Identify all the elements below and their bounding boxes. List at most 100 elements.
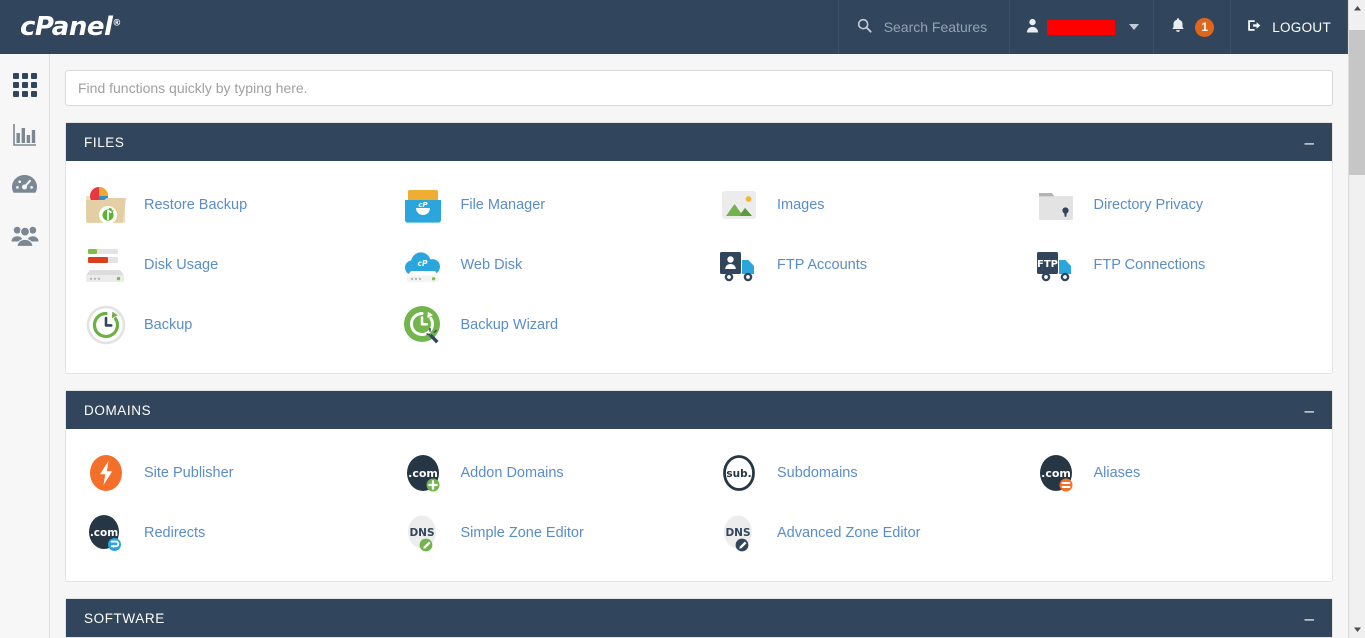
svg-text:cP: cP: [418, 201, 428, 209]
disk-usage-icon: [82, 243, 130, 287]
sidebar-item-statistics[interactable]: [0, 112, 49, 162]
tile-label: Web Disk: [460, 257, 523, 273]
section-body-files: Restore Backup cP File Manager Images Di…: [66, 161, 1332, 373]
tile-file-manager[interactable]: cP File Manager: [383, 175, 700, 235]
top-navigation: Search Features 1 LOGOUT: [837, 0, 1348, 54]
tile-label: Simple Zone Editor: [460, 525, 584, 541]
restore-backup-icon: [82, 183, 130, 227]
svg-text:.com: .com: [408, 467, 438, 480]
users-icon: [11, 223, 39, 252]
main-content: FILES –: [50, 54, 1348, 638]
aliases-icon: .com: [1032, 451, 1080, 495]
svg-text:.com: .com: [90, 527, 118, 539]
directory-privacy-icon: [1032, 183, 1080, 227]
advanced-zone-editor-icon: DNS: [715, 511, 763, 555]
quick-find-input[interactable]: [65, 70, 1333, 106]
section-title: FILES: [84, 134, 125, 150]
user-icon: [1026, 18, 1039, 36]
gauge-icon: [11, 173, 38, 202]
svg-text:.com: .com: [1041, 467, 1071, 480]
brand-name: cPanel: [20, 12, 113, 42]
search-features-label: Search Features: [883, 19, 988, 35]
svg-text:DNS: DNS: [725, 527, 750, 539]
tile-label: Disk Usage: [144, 257, 219, 273]
svg-text:cP: cP: [417, 259, 427, 268]
web-disk-icon: cP: [399, 243, 447, 287]
page-scrollbar[interactable]: [1348, 0, 1365, 638]
left-sidebar: [0, 54, 50, 638]
images-icon: [715, 183, 763, 227]
section-header-files[interactable]: FILES –: [66, 123, 1332, 161]
tile-addon-domains[interactable]: .com Addon Domains: [383, 443, 700, 503]
tile-label: Subdomains: [777, 465, 858, 481]
tile-label: Restore Backup: [144, 197, 248, 213]
file-manager-icon: cP: [399, 183, 447, 227]
tile-label: Site Publisher: [144, 465, 234, 481]
backup-icon: [82, 303, 130, 347]
search-features-button[interactable]: Search Features: [837, 0, 1010, 54]
tile-subdomains[interactable]: sub. Subdomains: [699, 443, 1016, 503]
backup-wizard-icon: [399, 303, 447, 347]
tile-label: Redirects: [144, 525, 206, 541]
section-title: DOMAINS: [84, 402, 152, 418]
logout-button[interactable]: LOGOUT: [1230, 0, 1348, 54]
site-publisher-icon: [82, 451, 130, 495]
collapse-icon[interactable]: –: [1305, 402, 1314, 419]
tile-label: Directory Privacy: [1093, 197, 1204, 213]
sidebar-item-home[interactable]: [0, 62, 49, 112]
tile-disk-usage[interactable]: Disk Usage: [66, 235, 383, 295]
section-domains: DOMAINS – Site Publisher .com Addon Doma…: [65, 390, 1333, 582]
tile-label: Addon Domains: [460, 465, 564, 481]
chevron-down-icon: [1129, 24, 1140, 30]
tile-directory-privacy[interactable]: Directory Privacy: [1016, 175, 1333, 235]
sidebar-item-user-manager[interactable]: [0, 212, 49, 262]
tile-label: FTP Accounts: [777, 257, 867, 273]
tile-label: Advanced Zone Editor: [777, 525, 921, 541]
simple-zone-editor-icon: DNS: [399, 511, 447, 555]
cpanel-logo[interactable]: cPanel®: [0, 14, 140, 40]
username-redacted: [1047, 19, 1116, 35]
tile-backup[interactable]: Backup: [66, 295, 383, 355]
tile-redirects[interactable]: .com Redirects: [66, 503, 383, 563]
scrollbar-thumb[interactable]: [1349, 30, 1365, 175]
tile-label: Backup Wizard: [460, 317, 559, 333]
bell-icon: [1170, 17, 1186, 37]
tile-ftp-accounts[interactable]: FTP Accounts: [699, 235, 1016, 295]
tile-images[interactable]: Images: [699, 175, 1016, 235]
grid-icon: [12, 72, 38, 103]
addon-domains-icon: .com: [399, 451, 447, 495]
redirects-icon: .com: [82, 511, 130, 555]
tile-backup-wizard[interactable]: Backup Wizard: [383, 295, 700, 355]
registered-mark: ®: [112, 18, 121, 29]
section-software: SOFTWARE –: [65, 598, 1333, 638]
logout-label: LOGOUT: [1272, 19, 1331, 35]
ftp-accounts-icon: [715, 243, 763, 287]
scroll-up-arrow-icon[interactable]: [1349, 0, 1365, 17]
notification-count-badge: 1: [1195, 17, 1215, 37]
bar-chart-icon: [12, 122, 38, 153]
tile-restore-backup[interactable]: Restore Backup: [66, 175, 383, 235]
top-header-bar: cPanel® Search Features 1 LOGOUT: [0, 0, 1348, 54]
sidebar-item-dashboard[interactable]: [0, 162, 49, 212]
tile-advanced-zone-editor[interactable]: DNS Advanced Zone Editor: [699, 503, 1016, 563]
tile-ftp-connections[interactable]: FTP FTP Connections: [1016, 235, 1333, 295]
subdomains-icon: sub.: [715, 451, 763, 495]
tile-label: File Manager: [460, 197, 546, 213]
tile-simple-zone-editor[interactable]: DNS Simple Zone Editor: [383, 503, 700, 563]
tile-site-publisher[interactable]: Site Publisher: [66, 443, 383, 503]
collapse-icon[interactable]: –: [1305, 610, 1314, 627]
scroll-down-arrow-icon[interactable]: [1349, 621, 1365, 638]
svg-text:sub.: sub.: [726, 468, 751, 480]
search-icon: [857, 18, 872, 36]
tile-web-disk[interactable]: cP Web Disk: [383, 235, 700, 295]
tile-label: Backup: [144, 317, 193, 333]
user-menu-button[interactable]: [1009, 0, 1153, 54]
section-header-software[interactable]: SOFTWARE –: [66, 599, 1332, 637]
collapse-icon[interactable]: –: [1305, 134, 1314, 151]
notifications-button[interactable]: 1: [1153, 0, 1230, 54]
section-files: FILES – Restore Backup cP File Manager I…: [65, 122, 1333, 374]
tile-label: Images: [777, 197, 825, 213]
tile-label: FTP Connections: [1093, 257, 1206, 273]
tile-aliases[interactable]: .com Aliases: [1016, 443, 1333, 503]
section-header-domains[interactable]: DOMAINS –: [66, 391, 1332, 429]
